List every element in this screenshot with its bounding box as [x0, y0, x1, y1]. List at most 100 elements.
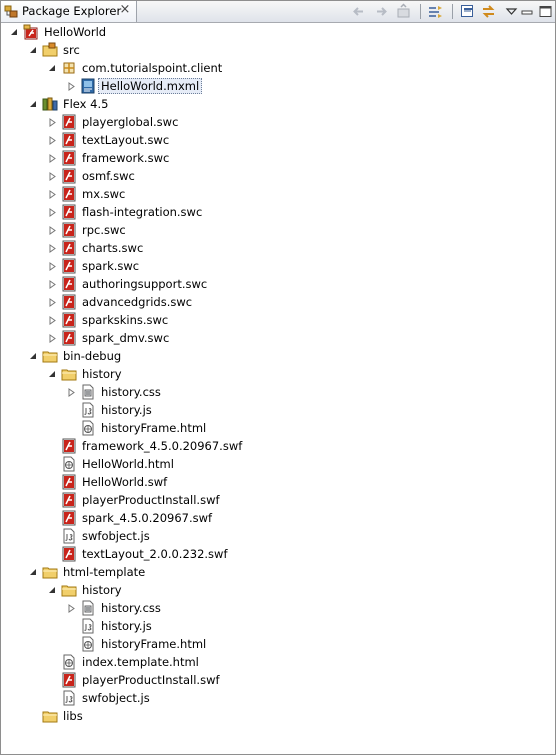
tree-item[interactable]: src — [1, 41, 555, 59]
tree-item[interactable]: framework_4.5.0.20967.swf — [1, 437, 555, 455]
tree-item[interactable]: HelloWorld.swf — [1, 473, 555, 491]
tree-item[interactable]: HelloWorld.mxml — [1, 77, 555, 95]
close-icon[interactable]: × — [118, 3, 132, 17]
tree-expanded-icon[interactable] — [28, 95, 38, 113]
maximize-icon[interactable] — [537, 3, 554, 20]
collapse-all-icon[interactable] — [459, 3, 476, 20]
tree-collapsed-icon[interactable] — [66, 599, 76, 617]
tree-item-label: HelloWorld — [44, 25, 107, 39]
tree-collapsed-icon[interactable] — [47, 131, 57, 149]
tree-item[interactable]: swfobject.js — [1, 527, 555, 545]
forward-icon[interactable] — [373, 3, 390, 20]
tree-item[interactable]: spark_4.5.0.20967.swf — [1, 509, 555, 527]
css-file-icon — [80, 384, 96, 400]
tab-title: Package Explorer — [22, 4, 122, 18]
swc-icon — [61, 276, 77, 292]
swf-icon — [61, 438, 77, 454]
tree-item[interactable]: html-template — [1, 563, 555, 581]
tree-item[interactable]: textLayout_2.0.0.232.swf — [1, 545, 555, 563]
tree-collapsed-icon[interactable] — [47, 113, 57, 131]
tree-item[interactable]: playerProductInstall.swf — [1, 671, 555, 689]
tree-collapsed-icon[interactable] — [66, 77, 76, 95]
view-menu-icon[interactable] — [503, 3, 520, 20]
up-icon[interactable] — [395, 3, 412, 20]
sync-icon[interactable] — [480, 3, 497, 20]
tree-expanded-icon[interactable] — [28, 563, 38, 581]
tree-collapsed-icon[interactable] — [47, 275, 57, 293]
swc-icon — [61, 240, 77, 256]
tree-item[interactable]: bin-debug — [1, 347, 555, 365]
tree-item[interactable]: HelloWorld.html — [1, 455, 555, 473]
tree-item[interactable]: Flex 4.5 — [1, 95, 555, 113]
tree-item[interactable]: HelloWorld — [1, 23, 555, 41]
tree-collapsed-icon[interactable] — [47, 167, 57, 185]
tree-item[interactable]: charts.swc — [1, 239, 555, 257]
tree-item[interactable]: osmf.swc — [1, 167, 555, 185]
tab-package-explorer[interactable]: Package Explorer × — [1, 1, 137, 22]
minimize-icon[interactable] — [519, 3, 536, 20]
tree-item-label: spark.swc — [82, 259, 140, 273]
html-file-icon — [61, 456, 77, 472]
tree-collapsed-icon[interactable] — [47, 149, 57, 167]
tree-expanded-icon[interactable] — [47, 581, 57, 599]
tree-item[interactable]: framework.swc — [1, 149, 555, 167]
tree-expanded-icon[interactable] — [47, 365, 57, 383]
tree-collapsed-icon[interactable] — [47, 329, 57, 347]
tree-item[interactable]: libs — [1, 707, 555, 725]
tree-item-label: sparkskins.swc — [82, 313, 169, 327]
tree-item[interactable]: spark_dmv.swc — [1, 329, 555, 347]
tree-item[interactable]: playerProductInstall.swf — [1, 491, 555, 509]
tree-item[interactable]: advancedgrids.swc — [1, 293, 555, 311]
tree-item-label: html-template — [63, 565, 146, 579]
tree-collapsed-icon[interactable] — [66, 383, 76, 401]
tree-item[interactable]: rpc.swc — [1, 221, 555, 239]
tree-item[interactable]: sparkskins.swc — [1, 311, 555, 329]
tree-collapsed-icon[interactable] — [47, 239, 57, 257]
tree-expanded-icon[interactable] — [28, 347, 38, 365]
tree-item-label: history — [82, 367, 122, 381]
tree-collapsed-icon[interactable] — [47, 203, 57, 221]
tree-item[interactable]: history.js — [1, 617, 555, 635]
tree-collapsed-icon[interactable] — [47, 257, 57, 275]
tree-item-label: Flex 4.5 — [63, 97, 109, 111]
js-file-icon — [80, 402, 96, 418]
tree-item[interactable]: history.css — [1, 383, 555, 401]
tree-expanded-icon[interactable] — [9, 23, 19, 41]
back-icon[interactable] — [350, 3, 367, 20]
tree-expanded-icon[interactable] — [28, 41, 38, 59]
tree-item[interactable]: historyFrame.html — [1, 635, 555, 653]
tree-item[interactable]: spark.swc — [1, 257, 555, 275]
tree-item[interactable]: history.js — [1, 401, 555, 419]
tree-item-label: textLayout_2.0.0.232.swf — [82, 547, 228, 561]
swf-icon — [61, 672, 77, 688]
link-with-editor-icon[interactable] — [427, 3, 444, 20]
tree-item-label: framework_4.5.0.20967.swf — [82, 439, 243, 453]
tree-item[interactable]: authoringsupport.swc — [1, 275, 555, 293]
folder-icon — [61, 582, 77, 598]
tree-collapsed-icon[interactable] — [47, 293, 57, 311]
package-explorer-view: Package Explorer × HelloWorld src com.tu… — [0, 0, 556, 755]
library-icon — [42, 96, 58, 112]
tree-item-label: charts.swc — [82, 241, 144, 255]
tree-item[interactable]: historyFrame.html — [1, 419, 555, 437]
tree-item[interactable]: swfobject.js — [1, 689, 555, 707]
swc-icon — [61, 330, 77, 346]
mxml-file-icon — [80, 78, 96, 94]
tree-expanded-icon[interactable] — [47, 59, 57, 77]
tree-item[interactable]: history — [1, 581, 555, 599]
tree-item[interactable]: flash-integration.swc — [1, 203, 555, 221]
tree-item[interactable]: com.tutorialspoint.client — [1, 59, 555, 77]
tree-collapsed-icon[interactable] — [47, 311, 57, 329]
tree-item[interactable]: history.css — [1, 599, 555, 617]
tree-item-label: HelloWorld.swf — [82, 475, 168, 489]
tree-collapsed-icon[interactable] — [47, 221, 57, 239]
tree-item[interactable]: textLayout.swc — [1, 131, 555, 149]
tree-item[interactable]: playerglobal.swc — [1, 113, 555, 131]
package-explorer-icon — [4, 4, 19, 19]
tree-item[interactable]: history — [1, 365, 555, 383]
tree-item[interactable]: mx.swc — [1, 185, 555, 203]
tree-item[interactable]: index.template.html — [1, 653, 555, 671]
tree-item-label: swfobject.js — [82, 529, 150, 543]
css-file-icon — [80, 600, 96, 616]
tree-collapsed-icon[interactable] — [47, 185, 57, 203]
